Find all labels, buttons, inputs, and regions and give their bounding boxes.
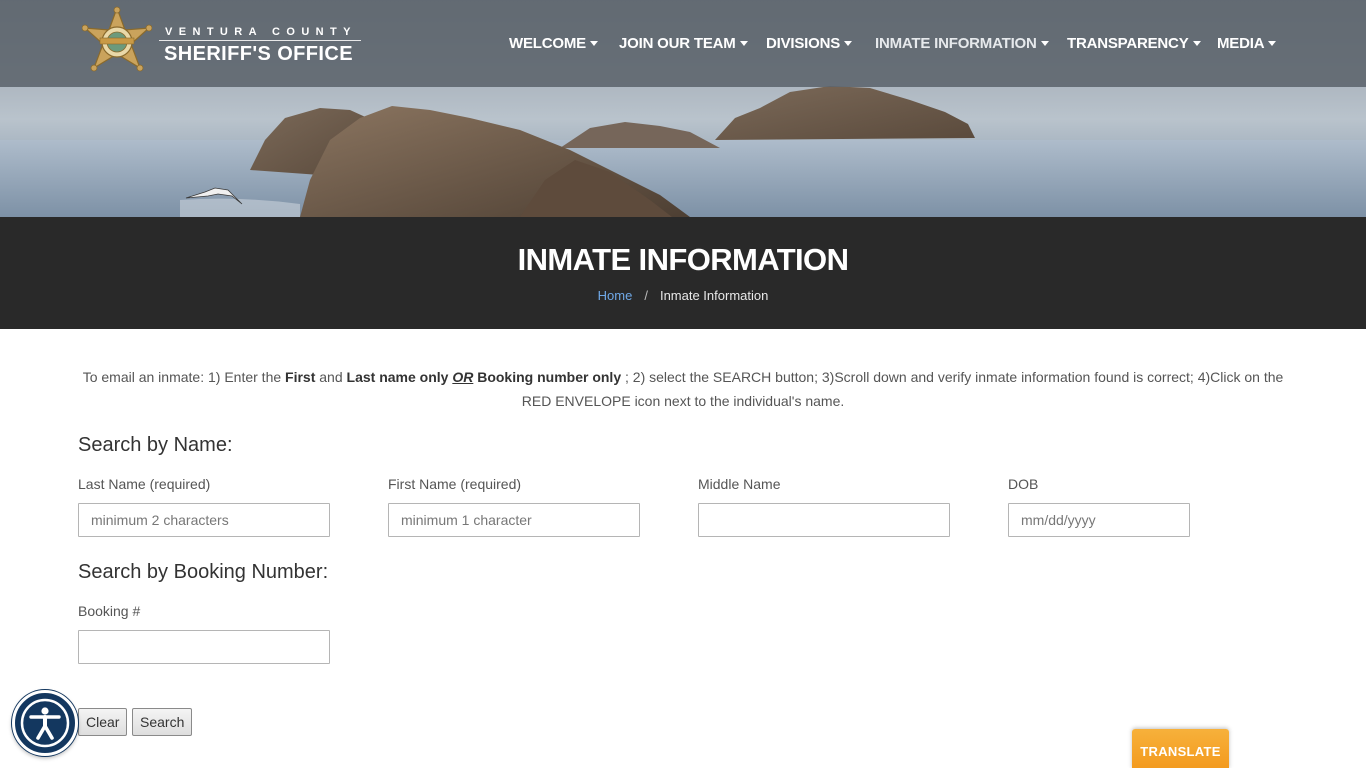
brand-divider (159, 40, 361, 41)
caret-down-icon (844, 40, 853, 46)
breadcrumb: Home / Inmate Information (0, 287, 1366, 305)
caret-down-icon (739, 40, 748, 46)
search-by-booking-heading: Search by Booking Number: (78, 561, 329, 583)
instr-last-only: Last name only (346, 369, 449, 385)
hero-banner: VENTURA COUNTY SHERIFF'S OFFICE WELCOME … (0, 0, 1366, 217)
dob-label: DOB (1008, 476, 1039, 492)
page-title-band: INMATE INFORMATION Home / Inmate Informati… (0, 217, 1366, 329)
accessibility-button[interactable] (12, 690, 78, 756)
instr-text-2: and (315, 369, 347, 385)
dob-input[interactable] (1008, 503, 1190, 537)
caret-down-icon (589, 40, 598, 46)
instr-text-3: ; 2) select the SEARCH button; 3)Scroll … (521, 369, 1284, 409)
nav-join-our-team[interactable]: JOIN OUR TEAM (619, 34, 748, 54)
nav-inmate-label: INMATE INFORMATION (875, 35, 1037, 52)
nav-transparency-label: TRANSPARENCY (1067, 35, 1189, 52)
instr-text-1: To email an inmate: 1) Enter the (82, 369, 286, 385)
instr-first: First (285, 369, 316, 385)
brand-office: SHERIFF'S OFFICE (164, 43, 353, 65)
nav-divisions[interactable]: DIVISIONS (766, 34, 853, 54)
caret-down-icon (1268, 40, 1277, 46)
breadcrumb-separator: / (644, 288, 648, 303)
sheriff-star-logo[interactable] (82, 6, 152, 80)
instr-or: OR (452, 369, 474, 385)
nav-media[interactable]: MEDIA (1217, 34, 1277, 54)
search-by-name-heading: Search by Name: (78, 434, 233, 456)
nav-welcome[interactable]: WELCOME (509, 34, 598, 54)
booking-number-input[interactable] (78, 630, 330, 664)
translate-button[interactable]: TRANSLATE (1132, 729, 1229, 768)
accessibility-icon (20, 698, 70, 748)
caret-down-icon (1192, 40, 1201, 46)
first-name-label: First Name (required) (388, 476, 522, 492)
nav-divisions-label: DIVISIONS (766, 35, 841, 52)
translate-label: TRANSLATE (1140, 744, 1221, 759)
instr-booking-only: Booking number only (477, 369, 622, 385)
booking-number-label: Booking # (78, 603, 141, 619)
page-title: INMATE INFORMATION (517, 242, 849, 277)
first-name-input[interactable] (388, 503, 640, 537)
nav-transparency[interactable]: TRANSPARENCY (1067, 34, 1201, 54)
nav-media-label: MEDIA (1217, 35, 1265, 52)
search-button[interactable]: Search (132, 708, 193, 736)
nav-welcome-label: WELCOME (509, 35, 586, 52)
brand-county: VENTURA COUNTY (165, 26, 357, 38)
brand-wordmark[interactable]: VENTURA COUNTY SHERIFF'S OFFICE (159, 26, 361, 65)
middle-name-label: Middle Name (698, 476, 781, 492)
email-instructions: To email an inmate: 1) Enter the First a… (78, 365, 1288, 413)
nav-join-label: JOIN OUR TEAM (619, 35, 736, 52)
clear-button[interactable]: Clear (78, 708, 128, 736)
breadcrumb-current: Inmate Information (659, 288, 769, 303)
nav-inmate-information[interactable]: INMATE INFORMATION (875, 34, 1049, 54)
middle-name-input[interactable] (698, 503, 950, 537)
last-name-input[interactable] (78, 503, 330, 537)
top-navigation-bar: VENTURA COUNTY SHERIFF'S OFFICE WELCOME … (0, 0, 1366, 87)
breadcrumb-home-link[interactable]: Home (598, 288, 633, 303)
last-name-label: Last Name (required) (78, 476, 211, 492)
caret-down-icon (1040, 40, 1049, 46)
